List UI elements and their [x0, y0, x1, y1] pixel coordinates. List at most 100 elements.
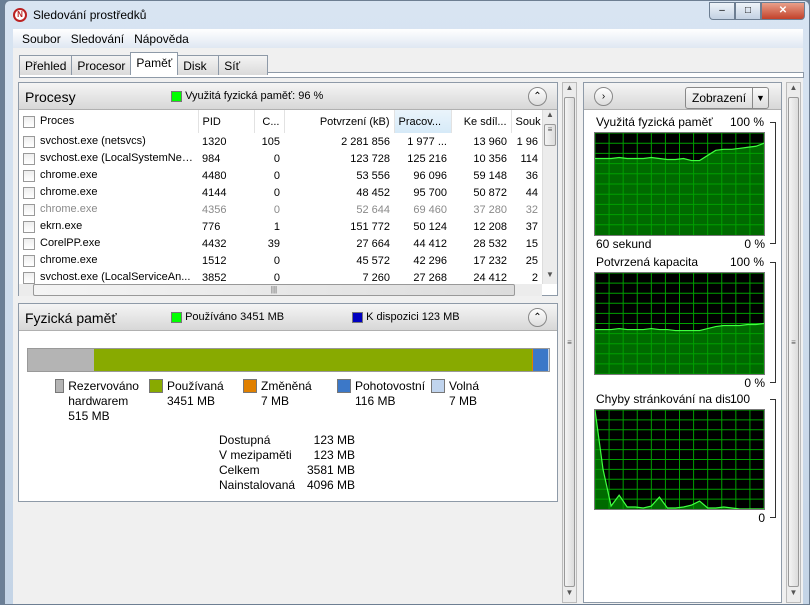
row-checkbox[interactable] [23, 254, 35, 267]
tab-prehled[interactable]: Přehled [19, 55, 73, 75]
physical-memory-panel: Fyzická paměť Používáno 3451 MB K dispoz… [18, 303, 558, 502]
column-header[interactable]: PID [198, 110, 255, 133]
row-checkbox[interactable] [23, 237, 35, 250]
table-row[interactable]: svchost.exe (LocalSystemNet... 984 0 123 72… [19, 150, 542, 167]
minimize-button[interactable]: – [709, 2, 735, 20]
tab-procesor[interactable]: Procesor [71, 55, 132, 75]
processes-header[interactable]: Procesy Využitá fyzická paměť: 96 % ⌃ [19, 83, 557, 110]
table-row[interactable]: ekrn.exe 776 1 151 772 50 124 12 208 37 [19, 218, 542, 235]
table-row[interactable]: chrome.exe 1512 0 45 572 42 296 17 232 25 [19, 252, 542, 269]
row-checkbox[interactable] [23, 152, 35, 165]
cell: 48 452 [356, 186, 390, 199]
legend-label: Používaná [167, 379, 224, 393]
cell: 32 [525, 203, 538, 216]
legend-value: 7 MB [449, 394, 478, 408]
row-checkbox[interactable] [23, 186, 35, 199]
legend-item: Volná 7 MB [431, 379, 491, 424]
cell: 95 700 [413, 186, 447, 199]
memory-usage-bar [27, 348, 550, 372]
graph-1 [594, 272, 765, 375]
tab-sit[interactable]: Síť [218, 55, 269, 75]
right-pane-vscroll[interactable]: ▲ ≡ ▼ [786, 82, 801, 603]
row-checkbox[interactable] [23, 271, 35, 284]
cell: CorelPP.exe [40, 237, 101, 250]
cell: 13 960 [473, 135, 507, 148]
maximize-button[interactable]: □ [735, 2, 761, 20]
collapse-processes-button[interactable]: ⌃ [528, 87, 547, 106]
table-row[interactable]: chrome.exe 4144 0 48 452 95 700 50 872 44 [19, 184, 542, 201]
legend-value: 3451 MB [167, 394, 216, 408]
hscroll-thumb[interactable]: ||| [33, 284, 515, 296]
menu-bar: Soubor Sledování Nápověda [13, 29, 803, 48]
scroll-thumb[interactable]: ≡ [544, 124, 556, 146]
cell: svchost.exe (LocalServiceAn... [40, 271, 191, 284]
column-header[interactable]: Potvrzení (kB) [284, 110, 395, 133]
graph-title: Potvrzená kapacita [596, 255, 699, 269]
cell: 37 [525, 220, 538, 233]
process-table: Proces PID C... Potvrzení (kB) Pracov... Ke s… [19, 110, 542, 284]
cell: 0 [273, 186, 280, 199]
view-dropdown-label: Zobrazení [692, 91, 747, 105]
graph-title: Chyby stránkování na dis... [596, 392, 741, 406]
process-table-hscroll[interactable]: ||| [19, 284, 542, 296]
row-checkbox[interactable] [23, 169, 35, 182]
table-row[interactable]: svchost.exe (netsvcs) 1320 105 2 281 856 1 9… [19, 133, 542, 150]
legend-swatch [243, 379, 257, 393]
select-all-checkbox[interactable] [23, 115, 35, 128]
graphs-panel: › Zobrazení ▼ Využitá fyzická paměť 100 %… [583, 82, 782, 603]
legend-swatch [431, 379, 445, 393]
cell: 105 [261, 135, 280, 148]
stat-row: Nainstalovaná 4096 MB [219, 478, 355, 492]
cell: 0 [273, 254, 280, 267]
table-row[interactable]: chrome.exe 4480 0 53 556 96 096 59 148 36 [19, 167, 542, 184]
left-pane-vscroll[interactable]: ▲ ≡ ▼ [562, 82, 577, 603]
cell: 3852 [202, 271, 227, 284]
menu-napoveda[interactable]: Nápověda [129, 29, 194, 48]
column-header[interactable]: C... [254, 110, 285, 133]
graph-max-label: 100 [730, 392, 751, 406]
column-header[interactable]: Ke sdíl... [451, 110, 512, 133]
legend-label: Volná [449, 379, 480, 393]
cell: 37 280 [473, 203, 507, 216]
expand-graphs-button[interactable]: › [594, 87, 613, 106]
cell: 123 728 [350, 152, 390, 165]
cell: 42 296 [413, 254, 447, 267]
menu-soubor[interactable]: Soubor [17, 29, 66, 48]
row-checkbox[interactable] [23, 135, 35, 148]
column-header[interactable]: Proces [19, 110, 199, 133]
cell: 1320 [202, 135, 227, 148]
cell: 4480 [202, 169, 227, 182]
cell: 776 [202, 220, 221, 233]
table-row[interactable]: CorelPP.exe 4432 39 27 664 44 412 28 532 15 [19, 235, 542, 252]
close-button[interactable]: ✕ [761, 2, 805, 20]
table-row[interactable]: chrome.exe 4356 0 52 644 69 460 37 280 32 [19, 201, 542, 218]
cell: 1512 [202, 254, 227, 267]
tab-bar: Přehled Procesor Paměť Disk Síť [19, 52, 269, 75]
processes-title: Procesy [25, 89, 76, 105]
cell: 25 [525, 254, 538, 267]
collapse-physical-button[interactable]: ⌃ [528, 308, 547, 327]
title-bar: N Sledování prostředků – □ ✕ [5, 1, 809, 29]
column-header[interactable]: Souk [511, 110, 542, 133]
process-table-vscroll[interactable]: ▲ ≡ ▼ [542, 110, 557, 284]
physical-memory-header[interactable]: Fyzická paměť Používáno 3451 MB K dispoz… [19, 304, 557, 331]
menu-sledovani[interactable]: Sledování [66, 29, 129, 48]
stat-row: Celkem 3581 MB [219, 463, 355, 477]
table-row[interactable]: svchost.exe (LocalServiceAn... 3852 0 7 260… [19, 269, 542, 284]
cell: 53 556 [356, 169, 390, 182]
row-checkbox[interactable] [23, 220, 35, 233]
graph-min-label: 0 % [744, 237, 765, 251]
cell: 96 096 [413, 169, 447, 182]
legend-label: Rezervováno hardwarem [68, 379, 139, 408]
legend-value: 116 MB [355, 394, 396, 408]
cell: 1 96 [516, 135, 538, 148]
legend-swatch [337, 379, 351, 393]
graph-min-label: 0 [758, 511, 765, 525]
column-header[interactable]: Pracov... [394, 110, 452, 133]
tab-disk[interactable]: Disk [177, 55, 220, 75]
row-checkbox[interactable] [23, 203, 35, 216]
view-dropdown[interactable]: Zobrazení ▼ [685, 87, 769, 109]
cell: 2 [531, 271, 538, 284]
tab-pamet[interactable]: Paměť [130, 52, 179, 75]
legend-item: Změněná 7 MB [243, 379, 337, 424]
